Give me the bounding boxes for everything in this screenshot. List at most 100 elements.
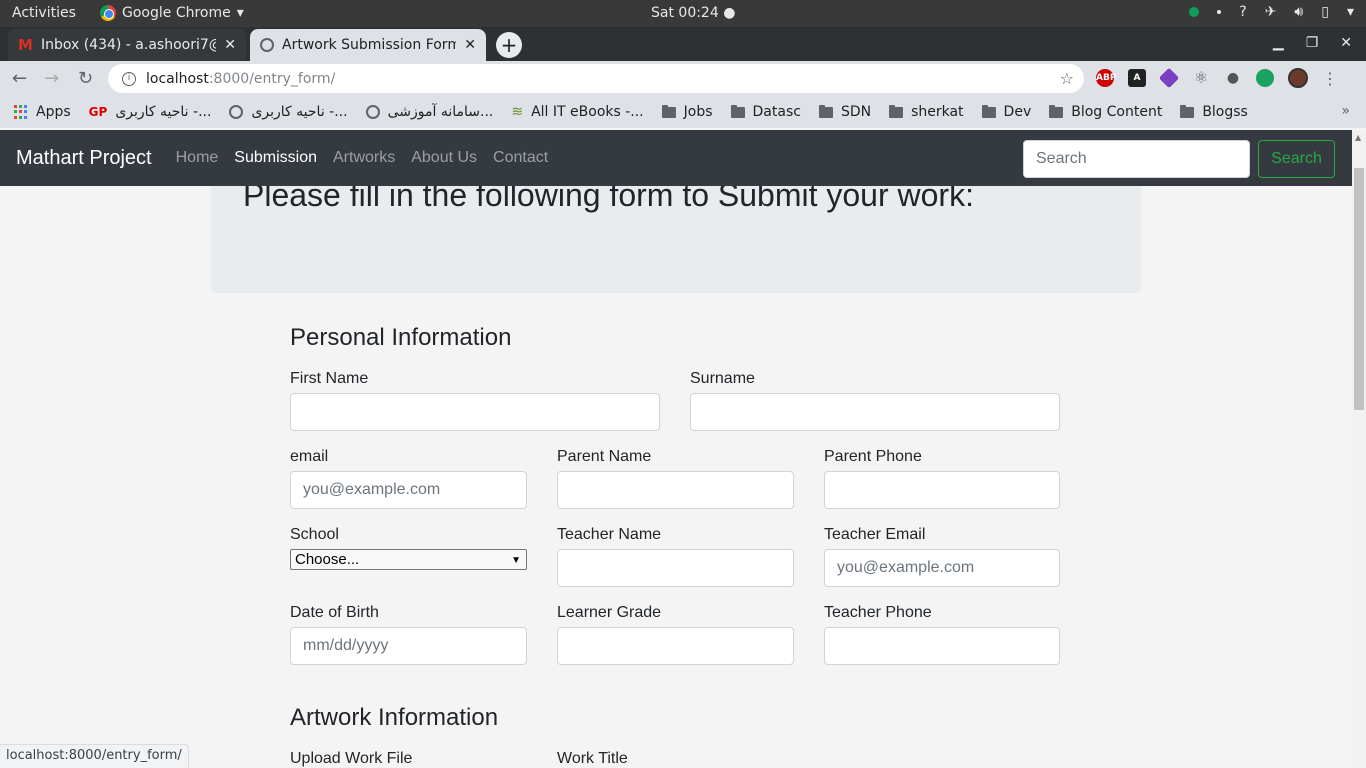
nav-home[interactable]: Home bbox=[176, 149, 219, 167]
apps-grid-icon bbox=[14, 105, 28, 119]
profile-avatar[interactable] bbox=[1288, 68, 1308, 88]
bookmark-label: Dev bbox=[1003, 104, 1032, 120]
bookmark-item[interactable]: ≋ All IT eBooks -... bbox=[511, 104, 643, 120]
bookmark-apps[interactable]: Apps bbox=[14, 104, 71, 120]
parent-name-field[interactable] bbox=[557, 471, 794, 509]
site-brand[interactable]: Mathart Project bbox=[16, 147, 152, 170]
folder-icon bbox=[730, 104, 745, 118]
info-icon[interactable]: i bbox=[122, 71, 136, 86]
app-menu[interactable]: Google Chrome ▾ bbox=[100, 5, 244, 21]
bookmark-label: Datasc bbox=[752, 104, 801, 120]
teacher-phone-field[interactable] bbox=[824, 627, 1060, 665]
chrome-icon bbox=[100, 5, 116, 21]
first-name-label: First Name bbox=[290, 370, 369, 387]
extension-a-icon[interactable]: A bbox=[1128, 69, 1146, 87]
nav-artworks[interactable]: Artworks bbox=[333, 149, 395, 167]
teacher-phone-label: Teacher Phone bbox=[824, 604, 932, 621]
nav-search-input[interactable] bbox=[1023, 140, 1250, 178]
tab-strip: M Inbox (434) - a.ashoori7@ ✕ Artwork Su… bbox=[0, 27, 1366, 61]
work-title-label: Work Title bbox=[557, 750, 628, 767]
bookmark-folder[interactable]: Dev bbox=[981, 104, 1032, 120]
email-field[interactable] bbox=[290, 471, 527, 509]
folder-icon bbox=[981, 104, 996, 118]
status-bar: localhost:8000/entry_form/ bbox=[0, 744, 189, 768]
extension-circles-icon[interactable]: ● bbox=[1224, 69, 1242, 87]
globe-icon bbox=[229, 105, 244, 119]
school-select[interactable]: Choose... ▼ bbox=[290, 549, 527, 570]
bookmark-label: Blog Content bbox=[1071, 104, 1163, 120]
bookmark-label: Jobs bbox=[683, 104, 713, 120]
bookmark-folder[interactable]: Blog Content bbox=[1049, 104, 1162, 120]
new-tab-button[interactable]: + bbox=[496, 32, 522, 58]
bookmark-item[interactable]: سامانه آموزشی... bbox=[365, 104, 493, 120]
teacher-name-label: Teacher Name bbox=[557, 526, 662, 543]
folder-icon bbox=[889, 104, 904, 118]
nav-contact[interactable]: Contact bbox=[493, 149, 548, 167]
address-bar[interactable]: i localhost:8000/entry_form/ ☆ bbox=[108, 64, 1084, 93]
bookmark-folder[interactable]: sherkat bbox=[889, 104, 964, 120]
airplane-icon: ✈ bbox=[1264, 4, 1277, 20]
extension-cube-icon[interactable] bbox=[1158, 67, 1180, 89]
close-window-icon[interactable]: ✕ bbox=[1340, 35, 1352, 51]
browser-toolbar: ← → ↻ i localhost:8000/entry_form/ ☆ ABP… bbox=[0, 61, 1366, 96]
window-controls: ▁ ❐ ✕ bbox=[1273, 35, 1352, 51]
folder-icon bbox=[1049, 104, 1064, 118]
nav-about-us[interactable]: About Us bbox=[411, 149, 477, 167]
react-devtools-icon[interactable]: ⚛ bbox=[1192, 69, 1210, 87]
bookmark-folder[interactable]: Blogss bbox=[1180, 104, 1248, 120]
upload-work-label: Upload Work File bbox=[290, 750, 413, 767]
adblock-icon[interactable]: ABP bbox=[1096, 69, 1116, 87]
app-name: Google Chrome bbox=[122, 5, 231, 21]
clock[interactable]: Sat 00:24 ● bbox=[651, 5, 735, 21]
bookmark-folder[interactable]: Jobs bbox=[661, 104, 713, 120]
tab-title: Inbox (434) - a.ashoori7@ bbox=[40, 37, 217, 53]
globe-icon bbox=[260, 38, 274, 52]
dob-field[interactable] bbox=[290, 627, 527, 665]
gmail-icon: M bbox=[18, 36, 33, 54]
maximize-icon[interactable]: ❐ bbox=[1306, 35, 1319, 51]
parent-phone-label: Parent Phone bbox=[824, 448, 922, 465]
bookmark-item[interactable]: ناحیه کاربری -... bbox=[229, 104, 348, 120]
extensions-area: ABP A ⚛ ● ⋮ bbox=[1096, 67, 1338, 89]
parent-name-label: Parent Name bbox=[557, 448, 652, 465]
bookmark-label: SDN bbox=[840, 104, 872, 120]
tab-artwork-submission[interactable]: Artwork Submission Form ✕ bbox=[250, 29, 486, 61]
bookmark-folder[interactable]: SDN bbox=[818, 104, 872, 120]
close-icon[interactable]: ✕ bbox=[224, 37, 236, 53]
surname-field[interactable] bbox=[690, 393, 1060, 431]
email-label: email bbox=[290, 448, 329, 465]
teacher-email-label: Teacher Email bbox=[824, 526, 926, 543]
forward-icon[interactable]: → bbox=[44, 68, 59, 89]
more-bookmarks-icon[interactable]: » bbox=[1341, 103, 1350, 119]
tab-inbox[interactable]: M Inbox (434) - a.ashoori7@ ✕ bbox=[8, 29, 246, 61]
bookmarks-bar: Apps GP ناحیه کاربری -... ناحیه کاربری -.… bbox=[0, 96, 1366, 128]
teacher-name-field[interactable] bbox=[557, 549, 794, 587]
artwork-info-title: Artwork Information bbox=[290, 704, 499, 731]
learner-grade-field[interactable] bbox=[557, 627, 794, 665]
globe-icon bbox=[365, 105, 380, 119]
url-path: :8000/entry_form/ bbox=[208, 70, 336, 87]
parent-phone-field[interactable] bbox=[824, 471, 1060, 509]
page-scrollbar[interactable]: ▲ bbox=[1352, 130, 1366, 768]
indicator-dot-icon bbox=[1217, 10, 1222, 14]
nav-submission[interactable]: Submission bbox=[234, 149, 317, 167]
bookmark-star-icon[interactable]: ☆ bbox=[1060, 69, 1074, 88]
extension-green-icon[interactable] bbox=[1256, 69, 1274, 87]
bookmark-label: ناحیه کاربری -... bbox=[115, 104, 212, 120]
scroll-up-icon[interactable]: ▲ bbox=[1355, 133, 1361, 142]
teacher-email-field[interactable] bbox=[824, 549, 1060, 587]
activities-button[interactable]: Activities bbox=[12, 5, 76, 21]
back-icon[interactable]: ← bbox=[12, 68, 27, 89]
reload-icon[interactable]: ↻ bbox=[78, 68, 93, 89]
site-logo-icon: GP bbox=[88, 105, 108, 119]
web-page: Mathart Project Home Submission Artworks… bbox=[0, 130, 1352, 768]
close-icon[interactable]: ✕ bbox=[464, 37, 476, 53]
menu-dots-icon[interactable]: ⋮ bbox=[1322, 69, 1338, 88]
scrollbar-thumb[interactable] bbox=[1354, 168, 1364, 410]
first-name-field[interactable] bbox=[290, 393, 660, 431]
nav-search-button[interactable]: Search bbox=[1258, 140, 1335, 178]
bookmark-folder[interactable]: Datasc bbox=[730, 104, 801, 120]
minimize-icon[interactable]: ▁ bbox=[1273, 35, 1284, 51]
system-tray[interactable]: ? ✈ 🔊︎ ▯ ▾ bbox=[1189, 4, 1354, 20]
bookmark-item[interactable]: GP ناحیه کاربری -... bbox=[89, 104, 212, 120]
